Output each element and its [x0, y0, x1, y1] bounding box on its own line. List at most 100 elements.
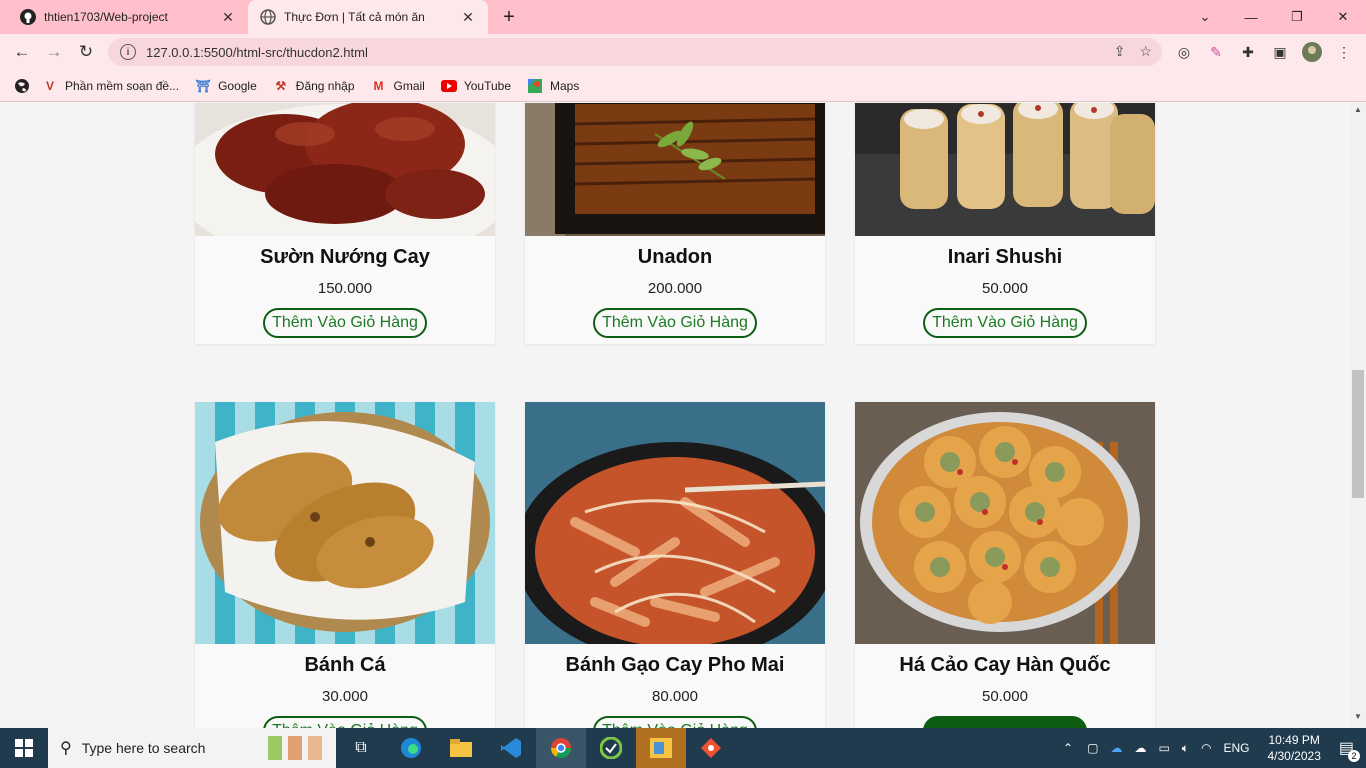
clock-time: 10:49 PM [1268, 733, 1320, 747]
menu-card: Bánh Gạo Cay Pho Mai 80.000 Thêm Vào Giỏ… [525, 402, 825, 728]
color-picker-extension-icon[interactable]: ✎ [1206, 42, 1226, 62]
food-image-banh-gao [525, 402, 825, 644]
volume-icon[interactable]: 🔈︎ [1182, 741, 1189, 756]
bookmark-item[interactable]: ⛩ Google [195, 78, 257, 94]
menu-card: Unadon 200.000 Thêm Vào Giỏ Hàng [525, 103, 825, 344]
chrome-icon[interactable] [536, 728, 586, 768]
add-to-cart-button[interactable]: Thêm Vào Giỏ Hàng [263, 308, 427, 338]
bookmark-item[interactable]: M Gmail [371, 78, 425, 94]
page-content: Sườn Nướng Cay 150.000 Thêm Vào Giỏ Hàng [0, 103, 1350, 728]
edge-browser-icon[interactable] [386, 728, 436, 768]
taskbar-clock[interactable]: 10:49 PM 4/30/2023 [1267, 732, 1320, 764]
world-icon[interactable] [14, 78, 30, 94]
food-image-suon-nuong [195, 103, 495, 236]
tab-github[interactable]: thtien1703/Web-project ✕ [8, 0, 248, 34]
bookmark-item[interactable]: Maps [527, 78, 579, 94]
wifi-icon[interactable]: ◠ [1201, 741, 1211, 755]
clock-date: 4/30/2023 [1267, 749, 1321, 763]
browser-app-icon[interactable] [586, 728, 636, 768]
new-tab-icon[interactable]: + [498, 6, 520, 29]
dish-name: Bánh Gạo Cay Pho Mai [565, 654, 785, 676]
food-image-ha-cao [855, 402, 1155, 644]
google-icon: ⛩ [195, 78, 211, 93]
git-app-icon[interactable] [686, 728, 736, 768]
vscode-icon[interactable] [486, 728, 536, 768]
site-info-icon[interactable]: i [120, 44, 136, 60]
show-hidden-icons-icon[interactable]: ⌃ [1063, 741, 1073, 755]
dish-price: 150.000 [317, 280, 373, 297]
tab-search-icon[interactable]: ⌄ [1182, 0, 1228, 34]
back-arrow-icon[interactable]: ← [8, 38, 36, 66]
menu-dots-icon[interactable]: ⋮ [1334, 42, 1354, 62]
cloud-icon[interactable]: ☁ [1134, 741, 1146, 755]
side-panel-icon[interactable]: ▣ [1270, 42, 1290, 62]
dish-price: 200.000 [647, 280, 703, 297]
search-placeholder: Type here to search [81, 740, 206, 756]
globe-icon [260, 9, 276, 25]
notification-count: 2 [1348, 750, 1360, 762]
gmail-icon: M [373, 78, 384, 93]
notification-icon[interactable]: ▤ 2 [1339, 738, 1360, 762]
dish-price: 80.000 [652, 688, 698, 705]
github-icon [20, 9, 36, 25]
onedrive-icon[interactable]: ☁ [1110, 741, 1122, 755]
food-image-unadon [525, 103, 825, 236]
restore-icon[interactable]: ❐ [1274, 0, 1320, 34]
close-tab-icon[interactable]: ✕ [220, 9, 236, 26]
bookmark-item[interactable]: V Phần mềm soạn đề... [42, 78, 179, 94]
youtube-icon [440, 78, 457, 94]
scrollbar-thumb[interactable] [1352, 370, 1364, 498]
dish-name: Inari Shushi [947, 246, 1063, 268]
food-image-inari [855, 103, 1155, 236]
dish-name: Unadon [637, 246, 713, 268]
bookmark-label: Gmail [393, 78, 425, 93]
dish-name: Há Cảo Cay Hàn Quốc [899, 654, 1111, 676]
bookmark-label: Maps [550, 78, 580, 93]
bookmarks-bar: V Phần mềm soạn đề... ⛩ Google ⚒ Đăng nh… [0, 70, 1366, 102]
task-view-icon[interactable]: ⧉ [336, 728, 386, 768]
page-scrollbar[interactable]: ▲ ▼ [1350, 103, 1366, 728]
bookmark-item[interactable]: ⚒ Đăng nhập [273, 78, 354, 94]
scroll-down-icon[interactable]: ▼ [1350, 712, 1366, 726]
v-logo-icon: V [45, 78, 54, 93]
add-to-cart-button[interactable]: Thêm Vào Giỏ Hàng [593, 716, 757, 728]
meet-now-icon[interactable]: ▢ [1087, 741, 1098, 755]
add-to-cart-button[interactable]: Thêm Vào Giỏ Hàng [923, 308, 1087, 338]
bookmark-item[interactable]: YouTube [440, 78, 511, 94]
add-to-cart-button[interactable]: Thêm Vào Giỏ Hàng [923, 716, 1087, 728]
share-icon[interactable]: ⇪ [1114, 43, 1126, 60]
dish-name: Bánh Cá [304, 654, 386, 676]
forward-arrow-icon[interactable]: → [40, 38, 68, 66]
close-tab-icon[interactable]: ✕ [460, 9, 476, 26]
dish-price: 30.000 [322, 688, 368, 705]
menu-card: Há Cảo Cay Hàn Quốc 50.000 Thêm Vào Giỏ … [855, 402, 1155, 728]
bookmark-label: Phần mềm soạn đề... [65, 78, 180, 93]
compass-extension-icon[interactable]: ◎ [1174, 42, 1194, 62]
battery-icon[interactable]: ▭ [1158, 741, 1169, 755]
bookmark-star-icon[interactable]: ☆ [1139, 43, 1152, 60]
minimize-icon[interactable]: — [1228, 0, 1274, 34]
dish-price: 50.000 [982, 280, 1028, 297]
dish-price: 50.000 [982, 688, 1028, 705]
maps-icon [527, 78, 543, 94]
windows-start-icon[interactable] [0, 728, 48, 768]
menu-card: Inari Shushi 50.000 Thêm Vào Giỏ Hàng [855, 103, 1155, 344]
bubble-tea-icon [264, 732, 330, 765]
scroll-up-icon[interactable]: ▲ [1350, 105, 1366, 119]
folder-app-icon[interactable] [636, 728, 686, 768]
file-explorer-icon[interactable] [436, 728, 486, 768]
add-to-cart-button[interactable]: Thêm Vào Giỏ Hàng [263, 716, 427, 728]
close-window-icon[interactable]: ✕ [1320, 0, 1366, 34]
taskbar-search-input[interactable]: ⚲ Type here to search [48, 728, 336, 768]
add-to-cart-button[interactable]: Thêm Vào Giỏ Hàng [593, 308, 757, 338]
extensions-puzzle-icon[interactable]: ✚ [1238, 42, 1258, 62]
profile-avatar[interactable] [1302, 42, 1322, 62]
login-icon: ⚒ [275, 78, 287, 93]
language-indicator[interactable]: ENG [1223, 741, 1249, 755]
tab-thuc-don[interactable]: Thực Đơn | Tất cả món ăn ✕ [248, 0, 488, 34]
food-image-banh-ca [195, 402, 495, 644]
windows-taskbar: ⚲ Type here to search ⧉ ⌃ ▢ ☁ ☁ ▭ 🔈︎ ◠ E… [0, 728, 1366, 768]
reload-icon[interactable]: ↻ [72, 38, 100, 66]
bookmark-label: Google [218, 78, 257, 93]
address-bar[interactable]: i 127.0.0.1:5500/html-src/thucdon2.html … [108, 38, 1162, 66]
